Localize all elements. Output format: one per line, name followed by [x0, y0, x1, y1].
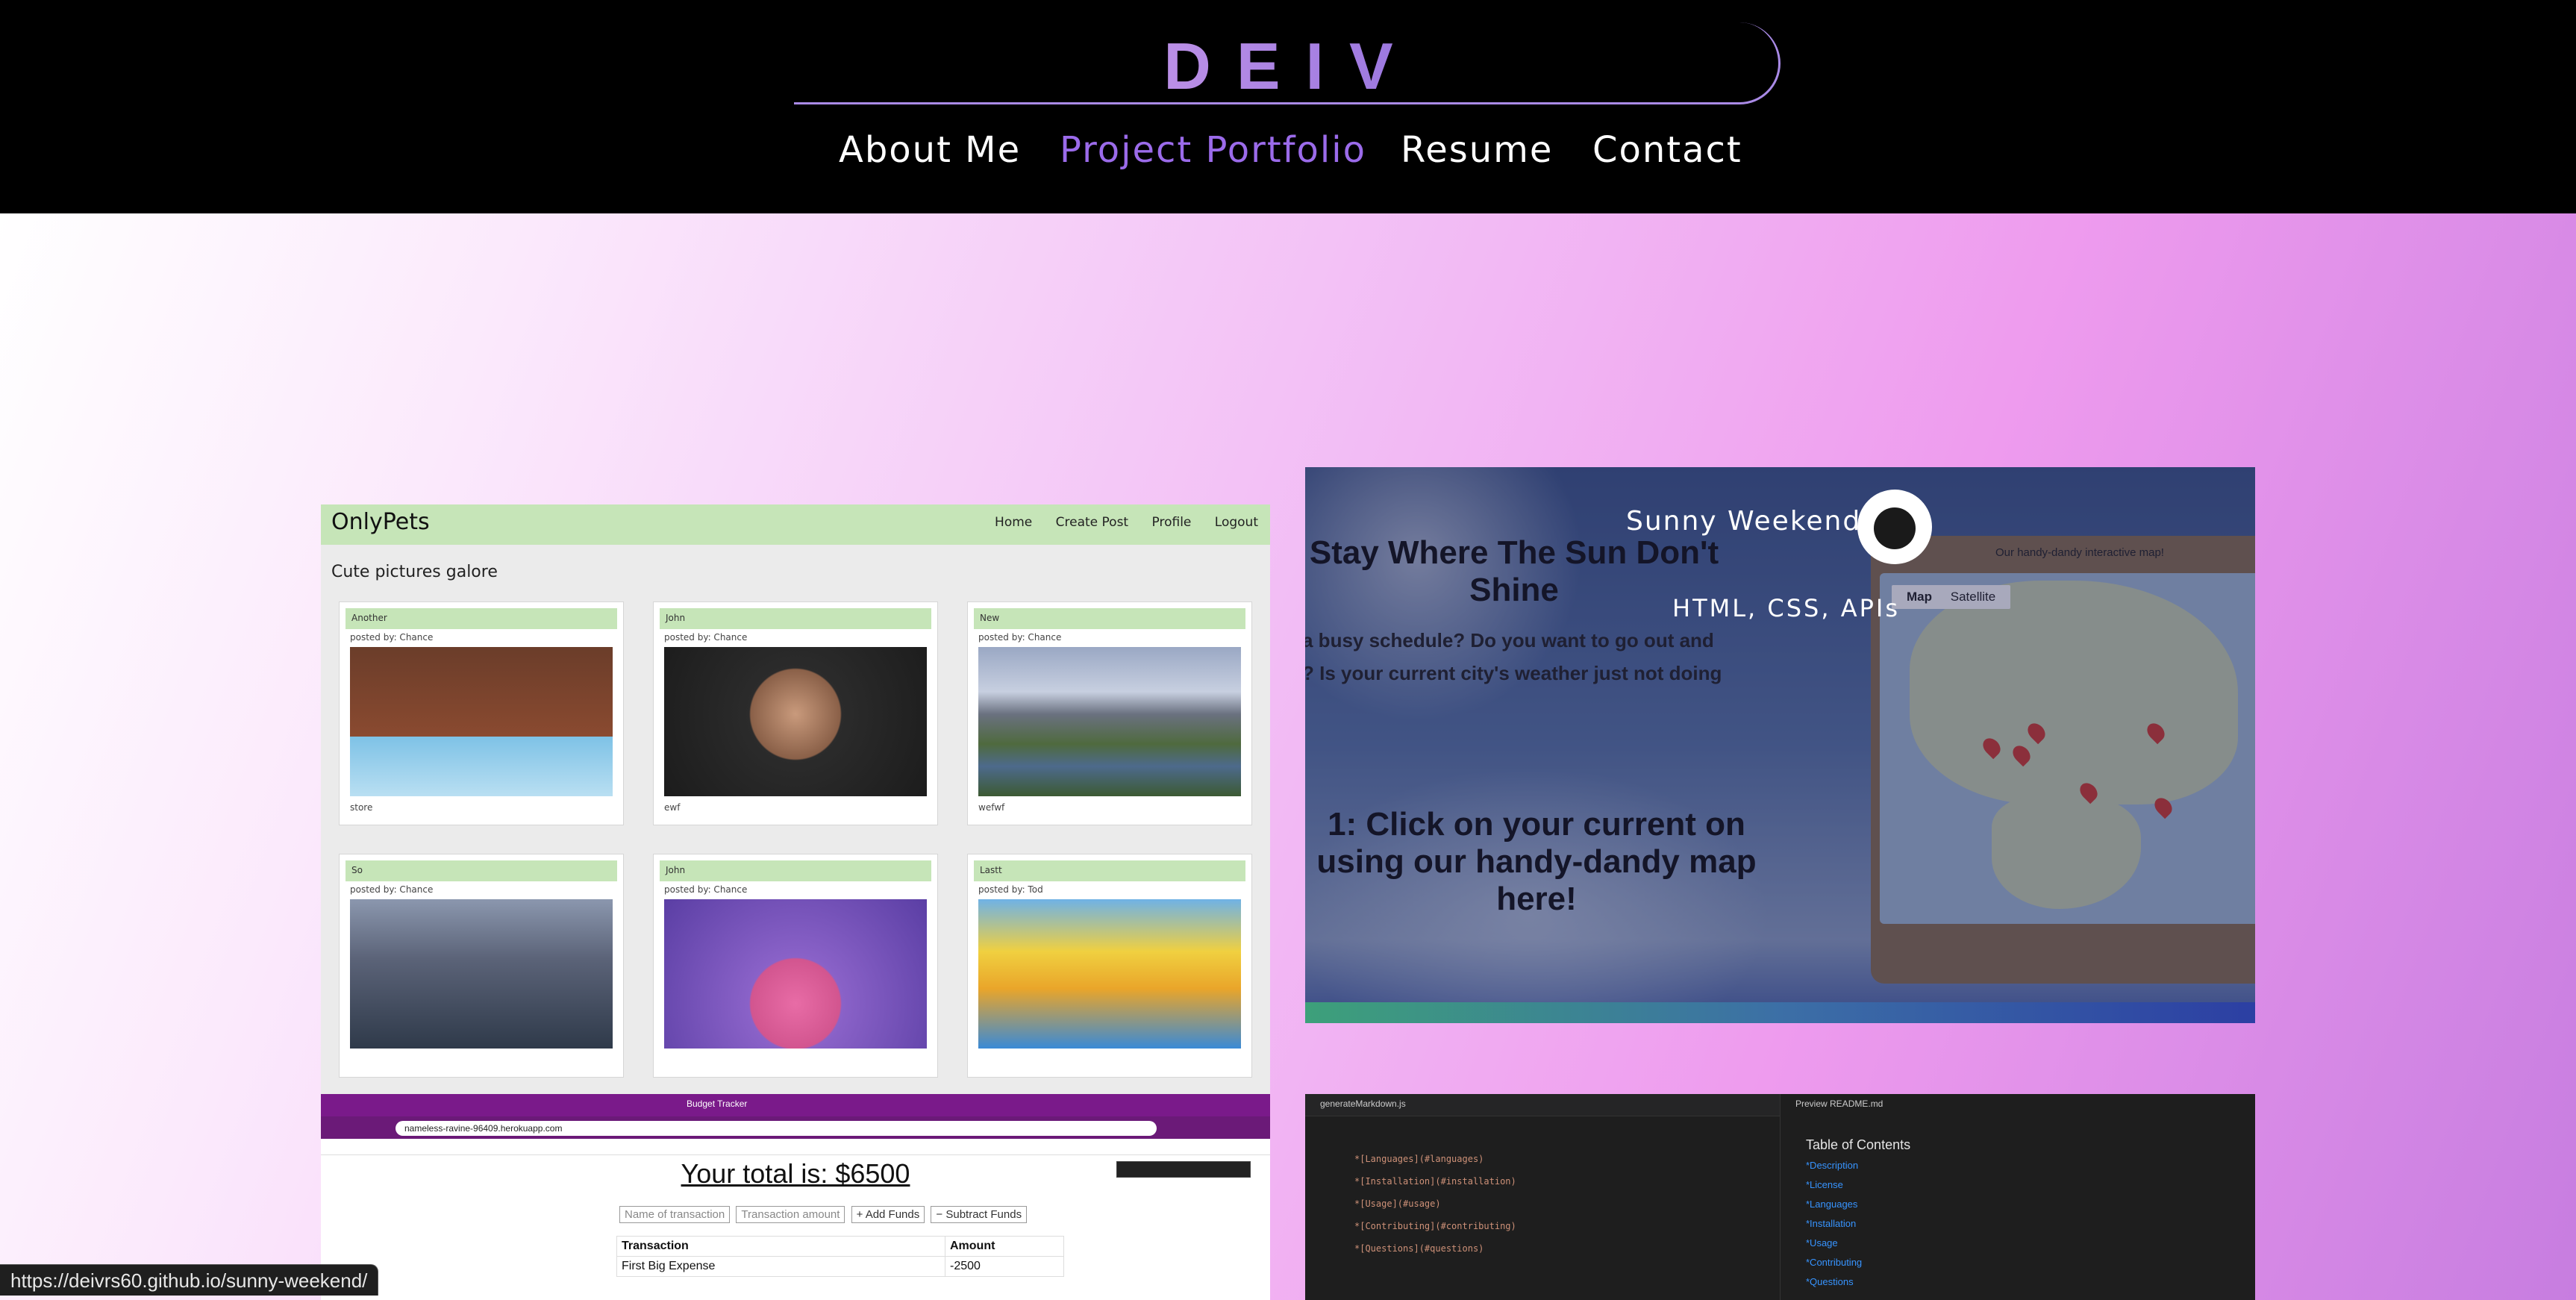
onlypets-subtitle: Cute pictures galore	[331, 563, 498, 581]
post-caption: wefwf	[978, 802, 1005, 813]
table-header: Amount	[945, 1236, 1064, 1257]
nav-contact[interactable]: Contact	[1592, 125, 1742, 175]
markdown-preview: Preview README.md Table of Contents *Des…	[1780, 1094, 2255, 1300]
post-title: So	[346, 860, 617, 881]
code-line: *[Installation](#installation)	[1354, 1176, 1516, 1187]
post-author: posted by: Chance	[350, 632, 434, 643]
onlypets-brand: OnlyPets	[331, 509, 430, 535]
post-caption: store	[350, 802, 373, 813]
browser-url-bar: nameless-ravine-96409.herokuapp.com	[321, 1116, 1270, 1139]
editor-tab-left: generateMarkdown.js	[1320, 1099, 1406, 1109]
site-header: DEIV About Me Project Portfolio Resume C…	[0, 0, 2576, 213]
post-image	[664, 899, 927, 1049]
hover-overlay	[1305, 467, 2255, 1023]
code-line: *[Questions](#questions)	[1354, 1243, 1484, 1254]
post-image	[978, 647, 1241, 796]
budget-total: Your total is: $6500	[681, 1158, 910, 1189]
post-caption: ewf	[664, 802, 681, 813]
toc-link: *Installation	[1806, 1218, 1857, 1229]
code-line: *[Usage](#usage)	[1354, 1199, 1441, 1209]
add-funds-button: + Add Funds	[851, 1206, 925, 1223]
onlypets-nav-logout: Logout	[1214, 515, 1258, 530]
onlypets-nav-create-post: Create Post	[1055, 515, 1129, 530]
post-card: Another posted by: Chance store	[339, 601, 624, 825]
post-card: New posted by: Chance wefwf	[967, 601, 1252, 825]
project-card-readme-generator[interactable]: generateMarkdown.js *[Languages](#langua…	[1305, 1094, 2255, 1300]
nav-resume[interactable]: Resume	[1401, 125, 1553, 175]
budget-form: Name of transaction Transaction amount +…	[619, 1206, 1030, 1223]
toc-link: *License	[1806, 1179, 1843, 1190]
post-image	[978, 899, 1241, 1049]
project-card-sunny-weekend[interactable]: Stay Where The Sun Don't Shine a busy sc…	[1305, 467, 2255, 1023]
nav-about-me[interactable]: About Me	[839, 125, 1021, 175]
table-cell: -2500	[945, 1256, 1064, 1277]
nav-project-portfolio[interactable]: Project Portfolio	[1060, 125, 1366, 175]
post-author: posted by: Tod	[978, 884, 1043, 895]
post-title: John	[660, 860, 931, 881]
project-card-onlypets[interactable]: OnlyPets Home Create Post Profile Logout…	[321, 504, 1270, 1173]
subtract-funds-button: − Subtract Funds	[931, 1206, 1028, 1223]
project-card-budget-tracker[interactable]: Budget Tracker nameless-ravine-96409.her…	[321, 1094, 1270, 1300]
code-line: *[Contributing](#contributing)	[1354, 1221, 1516, 1231]
onlypets-navbar: OnlyPets Home Create Post Profile Logout	[321, 504, 1270, 545]
site-logo[interactable]: DEIV	[1060, 28, 1522, 104]
post-title: Lastt	[974, 860, 1245, 881]
toc-link: *Contributing	[1806, 1257, 1863, 1268]
post-card: Lastt posted by: Tod	[967, 854, 1252, 1078]
portfolio-section: OnlyPets Home Create Post Profile Logout…	[0, 213, 2576, 1300]
browser-tabs: Budget Tracker	[321, 1094, 1270, 1116]
post-card: John posted by: Chance ewf	[653, 601, 938, 825]
toc-link: *Languages	[1806, 1199, 1858, 1210]
post-title: New	[974, 608, 1245, 629]
post-author: posted by: Chance	[664, 632, 748, 643]
onlypets-nav-home: Home	[995, 515, 1033, 530]
github-icon[interactable]	[1857, 490, 1932, 564]
main-nav: About Me Project Portfolio Resume Contac…	[0, 125, 2576, 178]
project-title: Sunny Weekend	[1626, 506, 1862, 537]
browser-tab-budget: Budget Tracker	[687, 1099, 748, 1109]
post-title: Another	[346, 608, 617, 629]
toc-link: *Questions	[1806, 1276, 1854, 1287]
toc-title: Table of Contents	[1806, 1137, 1911, 1152]
onlypets-nav-profile: Profile	[1151, 515, 1192, 530]
post-author: posted by: Chance	[664, 884, 748, 895]
transaction-name-input: Name of transaction	[619, 1206, 731, 1223]
table-header: Transaction	[616, 1236, 945, 1257]
editor-tab-right: Preview README.md	[1795, 1099, 1883, 1109]
table-cell: First Big Expense	[616, 1256, 945, 1277]
transaction-table: Transaction Amount First Big Expense -25…	[616, 1236, 1064, 1277]
transaction-amount-input: Transaction amount	[736, 1206, 845, 1223]
post-image	[350, 647, 613, 796]
table-row: First Big Expense -2500	[616, 1256, 1064, 1277]
toc-link: *Usage	[1806, 1237, 1838, 1249]
post-card: John posted by: Chance	[653, 854, 938, 1078]
post-image	[664, 647, 927, 796]
toc-link: *Description	[1806, 1160, 1859, 1171]
onlypets-nav-links: Home Create Post Profile Logout	[975, 515, 1258, 530]
post-author: posted by: Chance	[350, 884, 434, 895]
sunny-footer-bar	[1305, 1002, 2255, 1023]
post-card: So posted by: Chance	[339, 854, 624, 1078]
bookmarks-bar	[321, 1139, 1270, 1155]
browser-url: nameless-ravine-96409.herokuapp.com	[396, 1121, 1157, 1136]
post-title: John	[660, 608, 931, 629]
code-line: *[Languages](#languages)	[1354, 1154, 1484, 1164]
link-status-bar: https://deivrs60.github.io/sunny-weekend…	[0, 1264, 379, 1296]
post-author: posted by: Chance	[978, 632, 1062, 643]
project-tech: HTML, CSS, APIs	[1672, 594, 1900, 622]
post-image	[350, 899, 613, 1049]
